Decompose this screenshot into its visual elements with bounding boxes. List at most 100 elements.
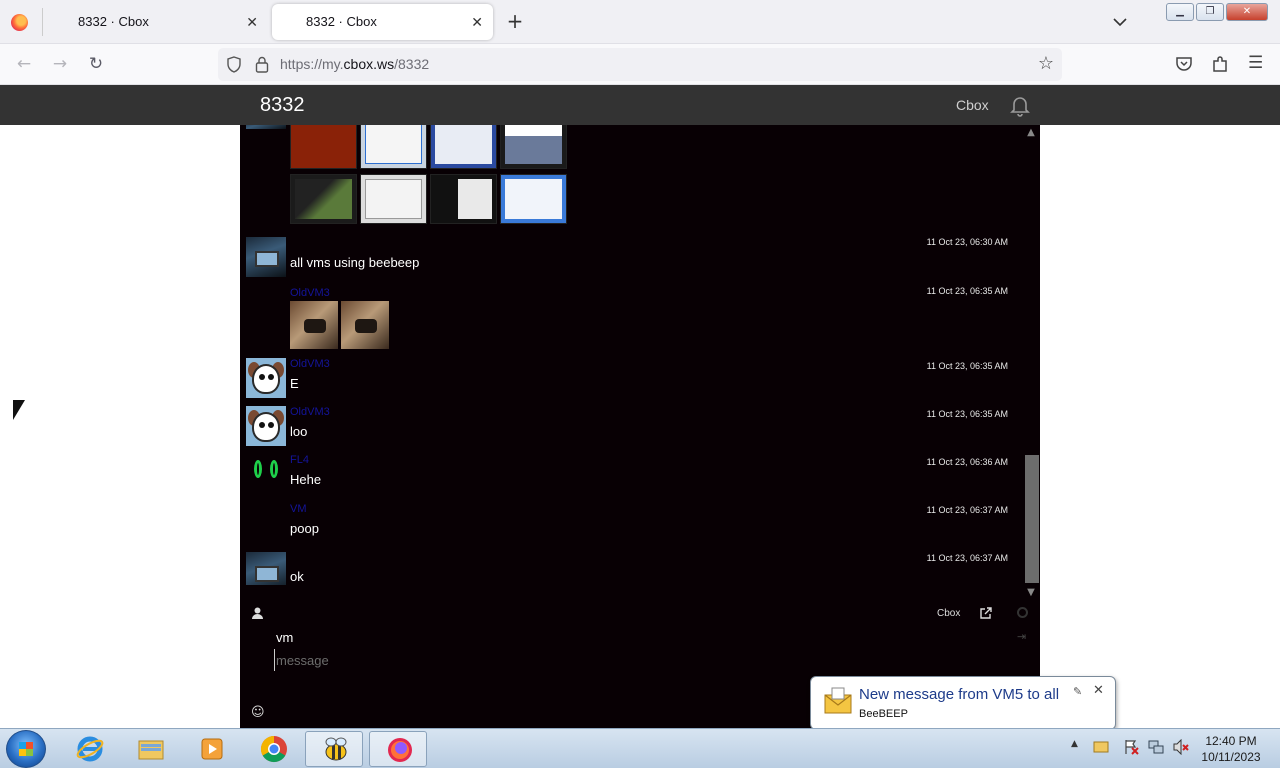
restore-icon[interactable]: ❐ — [1196, 3, 1224, 21]
notification-title: New message from VM5 to all — [859, 686, 1060, 703]
url-prefix: https://my. — [280, 56, 344, 72]
menu-hamburger-icon[interactable]: ☰ — [1248, 53, 1263, 73]
url-bar[interactable]: https://my.cbox.ws/8332 ☆ — [218, 48, 1062, 81]
taskbar-internet-explorer[interactable] — [60, 731, 118, 767]
tab-2-active[interactable]: 8332 · Cbox ✕ — [272, 4, 493, 40]
lock-icon[interactable] — [255, 56, 269, 73]
image-thumbnail[interactable] — [341, 301, 389, 349]
message-input[interactable] — [274, 649, 974, 671]
status-circle-icon — [1017, 607, 1028, 618]
cbox-nav-link[interactable]: Cbox — [956, 85, 989, 125]
extensions-puzzle-icon[interactable] — [1211, 55, 1229, 73]
beebeep-notification[interactable]: New message from VM5 to all BeeBEEP ✎ ✕ — [810, 676, 1116, 743]
taskbar-firefox[interactable] — [369, 731, 427, 767]
tab-1[interactable]: 8332 · Cbox ✕ — [44, 4, 268, 40]
beebeep-bee-icon — [325, 737, 347, 761]
volume-muted-icon[interactable] — [1173, 739, 1189, 755]
browser-nav-bar: ← → ↻ https://my.cbox.ws/8332 ☆ ☰ — [0, 44, 1280, 85]
action-center-flag-icon[interactable] — [1123, 739, 1139, 755]
taskbar-chrome[interactable] — [244, 731, 302, 767]
url-path: /8332 — [394, 56, 430, 72]
bell-icon[interactable] — [1008, 93, 1032, 117]
image-thumbnail[interactable] — [360, 174, 427, 224]
chat-scrollbar[interactable]: ▲ ▼ — [1022, 125, 1040, 600]
emoji-icon[interactable]: ☺ — [251, 705, 265, 720]
list-item: FL4 11 Oct 23, 06:36 AM Hehe — [246, 454, 1018, 498]
scroll-up-icon[interactable]: ▲ — [1026, 127, 1036, 138]
avatar — [246, 552, 286, 585]
image-thumbnail[interactable] — [290, 125, 357, 169]
avatar — [246, 237, 286, 277]
close-window-icon[interactable]: ✕ — [1226, 3, 1268, 21]
list-item: 11 Oct 23, 06:37 AM ok — [246, 552, 1018, 585]
firefox-icon — [388, 738, 412, 762]
username[interactable]: OldVM3 — [290, 406, 330, 418]
message-timestamp: 11 Oct 23, 06:30 AM — [926, 237, 1008, 247]
shield-icon[interactable] — [226, 56, 242, 73]
folder-icon — [138, 740, 164, 760]
avatar — [246, 358, 286, 398]
browser-tab-bar: 8332 · Cbox ✕ 8332 · Cbox ✕ + ▁ ❐ ✕ — [0, 0, 1280, 44]
taskbar-clock[interactable]: 12:40 PM 10/11/2023 — [1196, 733, 1266, 765]
taskbar-file-explorer[interactable] — [121, 731, 179, 767]
reload-icon[interactable]: ↻ — [85, 53, 107, 75]
site-header: 8332 Cbox — [0, 85, 1280, 125]
list-all-tabs-chevron-icon[interactable] — [1110, 12, 1130, 32]
notification-close-icon[interactable]: ✕ — [1093, 683, 1104, 698]
message-timestamp: 11 Oct 23, 06:35 AM — [926, 286, 1008, 296]
taskbar-media-player[interactable] — [182, 731, 240, 767]
image-thumbnail[interactable] — [430, 125, 497, 169]
username[interactable]: FL4 — [290, 454, 309, 466]
chat-toolbar: Cbox — [240, 603, 1040, 625]
composer-name[interactable]: vm — [276, 630, 293, 645]
url-text: https://my.cbox.ws/8332 — [280, 48, 429, 81]
avatar — [246, 454, 286, 494]
image-thumbnail[interactable] — [360, 125, 427, 169]
scroll-thumb[interactable] — [1025, 455, 1039, 583]
username[interactable]: OldVM3 — [290, 287, 330, 299]
image-thumbnail[interactable] — [430, 174, 497, 224]
bookmark-star-icon[interactable]: ☆ — [1038, 53, 1054, 74]
start-button[interactable] — [6, 730, 46, 768]
message-text: ok — [290, 569, 304, 584]
avatar — [246, 406, 286, 446]
scroll-down-icon[interactable]: ▼ — [1026, 587, 1036, 598]
image-thumbnail[interactable] — [290, 174, 357, 224]
taskbar-beebeep[interactable] — [305, 731, 363, 767]
user-icon[interactable] — [252, 607, 263, 619]
firefox-logo-icon[interactable] — [11, 14, 28, 31]
message-text: Hehe — [290, 472, 322, 487]
tab-1-close-icon[interactable]: ✕ — [246, 4, 258, 40]
image-thumbnail[interactable] — [500, 125, 567, 169]
chat-box: 11 Oct 23, 06:30 AM all vms using beebee… — [240, 125, 1040, 728]
show-hidden-icons-arrow-icon[interactable]: ▲ — [1071, 739, 1078, 749]
window-controls: ▁ ❐ ✕ — [1166, 3, 1268, 21]
list-item: 11 Oct 23, 06:30 AM all vms using beebee… — [246, 237, 1018, 281]
beebeep-tray-icon[interactable] — [1093, 739, 1109, 753]
minimize-icon[interactable]: ▁ — [1166, 3, 1194, 21]
system-tray: ▲ — [1068, 739, 1198, 759]
forward-arrow-icon[interactable]: → — [49, 53, 71, 75]
external-link-icon[interactable] — [980, 607, 992, 619]
image-thumbnail[interactable] — [290, 301, 338, 349]
tab-2-title: 8332 · Cbox — [306, 14, 377, 29]
sign-in-icon[interactable]: ⇥ — [1017, 630, 1026, 643]
username[interactable]: VM — [290, 503, 307, 515]
message-list[interactable]: 11 Oct 23, 06:30 AM all vms using beebee… — [240, 125, 1022, 585]
new-tab-plus-icon[interactable]: + — [505, 10, 525, 34]
page-title: 8332 — [260, 94, 305, 116]
envelope-icon — [824, 687, 852, 714]
tab-2-close-icon[interactable]: ✕ — [471, 4, 483, 40]
image-thumbnail[interactable] — [500, 174, 567, 224]
message-text: E — [290, 376, 299, 391]
pocket-icon[interactable] — [1175, 55, 1193, 73]
tab-1-title: 8332 · Cbox — [78, 14, 149, 29]
list-item — [246, 125, 1018, 229]
message-text: poop — [290, 521, 319, 536]
cbox-brand-link[interactable]: Cbox — [937, 608, 960, 619]
tab-separator — [42, 8, 43, 36]
back-arrow-icon[interactable]: ← — [13, 53, 35, 75]
pin-icon[interactable]: ✎ — [1073, 685, 1082, 698]
username[interactable]: OldVM3 — [290, 358, 330, 370]
network-icon[interactable] — [1148, 739, 1164, 755]
